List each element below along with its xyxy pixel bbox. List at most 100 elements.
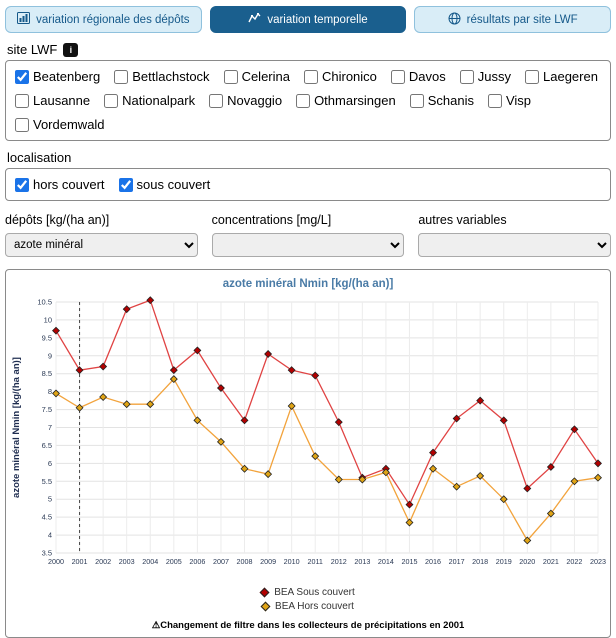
- site-item[interactable]: Beatenberg: [15, 69, 100, 84]
- svg-text:2015: 2015: [401, 557, 417, 566]
- legend-item[interactable]: BEA Hors couvert: [262, 601, 354, 612]
- site-item[interactable]: Nationalpark: [104, 93, 195, 108]
- svg-text:2019: 2019: [496, 557, 512, 566]
- site-checkbox[interactable]: [460, 70, 474, 84]
- legend-item[interactable]: BEA Sous couvert: [261, 587, 355, 598]
- chart-title: azote minéral Nmin [kg/(ha an)]: [9, 278, 607, 290]
- tab-label: variation temporelle: [267, 14, 367, 26]
- site-item[interactable]: Othmarsingen: [296, 93, 396, 108]
- site-checkbox[interactable]: [304, 70, 318, 84]
- chart-panel: azote minéral Nmin [kg/(ha an)] 3.544.55…: [5, 269, 611, 638]
- site-label: Visp: [506, 93, 531, 108]
- svg-text:8: 8: [48, 387, 52, 396]
- localisation-item[interactable]: sous couvert: [119, 177, 211, 192]
- site-item[interactable]: Vordemwald: [15, 117, 105, 132]
- svg-text:9.5: 9.5: [42, 333, 52, 342]
- svg-text:2006: 2006: [189, 557, 205, 566]
- svg-text:5.5: 5.5: [42, 477, 52, 486]
- site-checkbox[interactable]: [391, 70, 405, 84]
- site-checkbox[interactable]: [224, 70, 238, 84]
- chart-footnote: ⚠Changement de filtre dans les collecteu…: [9, 620, 607, 631]
- site-label: Schanis: [428, 93, 474, 108]
- site-checkbox[interactable]: [15, 70, 29, 84]
- svg-text:2016: 2016: [425, 557, 441, 566]
- chart-legend: BEA Sous couvert BEA Hors couvert: [9, 587, 607, 612]
- line-chart-icon: [248, 12, 261, 27]
- site-label: Beatenberg: [33, 69, 100, 84]
- localisation-checkbox[interactable]: [15, 178, 29, 192]
- localisation-item[interactable]: hors couvert: [15, 177, 105, 192]
- site-item[interactable]: Chironico: [304, 69, 377, 84]
- tab-variation-temporelle[interactable]: variation temporelle: [210, 6, 407, 33]
- site-item[interactable]: Celerina: [224, 69, 290, 84]
- site-lwf-label-row: site LWF i: [7, 42, 609, 57]
- svg-text:7.5: 7.5: [42, 405, 52, 414]
- globe-icon: [448, 12, 461, 28]
- bar-chart-icon: [17, 12, 30, 27]
- site-checkbox[interactable]: [410, 94, 424, 108]
- svg-text:azote minéral Nmin [kg/(ha an): azote minéral Nmin [kg/(ha an)]: [11, 357, 22, 498]
- site-item[interactable]: Lausanne: [15, 93, 90, 108]
- site-label: Lausanne: [33, 93, 90, 108]
- site-item[interactable]: Davos: [391, 69, 446, 84]
- site-checkbox[interactable]: [488, 94, 502, 108]
- site-item[interactable]: Novaggio: [209, 93, 282, 108]
- site-label: Chironico: [322, 69, 377, 84]
- filter-concentrations-label: concentrations [mg/L]: [212, 213, 405, 227]
- svg-text:6.5: 6.5: [42, 441, 52, 450]
- site-checkbox[interactable]: [104, 94, 118, 108]
- filter-concentrations: concentrations [mg/L]: [212, 213, 405, 257]
- svg-text:2020: 2020: [519, 557, 535, 566]
- svg-text:4: 4: [48, 531, 52, 540]
- tab-variation-regionale[interactable]: variation régionale des dépôts: [5, 6, 202, 33]
- svg-text:2012: 2012: [331, 557, 347, 566]
- depots-select[interactable]: azote minéral: [5, 233, 198, 257]
- app-page: variation régionale des dépôts variation…: [0, 0, 616, 602]
- svg-text:2010: 2010: [284, 557, 300, 566]
- concentrations-select[interactable]: [212, 233, 405, 257]
- svg-text:4.5: 4.5: [42, 513, 52, 522]
- site-label: Othmarsingen: [314, 93, 396, 108]
- top-tab-bar: variation régionale des dépôts variation…: [5, 6, 611, 33]
- svg-text:2003: 2003: [119, 557, 135, 566]
- filter-autres: autres variables: [418, 213, 611, 257]
- site-lwf-label: site LWF: [7, 42, 57, 57]
- site-checkbox[interactable]: [209, 94, 223, 108]
- site-item[interactable]: Visp: [488, 93, 531, 108]
- site-checkbox[interactable]: [525, 70, 539, 84]
- site-label: Vordemwald: [33, 117, 105, 132]
- site-checkbox[interactable]: [15, 94, 29, 108]
- filter-autres-label: autres variables: [418, 213, 611, 227]
- site-label: Nationalpark: [122, 93, 195, 108]
- localisation-label: localisation: [7, 150, 71, 165]
- localisation-checkbox[interactable]: [119, 178, 133, 192]
- filters-row: dépôts [kg/(ha an)] azote minéral concen…: [5, 213, 611, 257]
- site-item[interactable]: Bettlachstock: [114, 69, 209, 84]
- svg-text:2009: 2009: [260, 557, 276, 566]
- info-icon[interactable]: i: [63, 43, 78, 57]
- svg-text:9: 9: [48, 351, 52, 360]
- autres-variables-select[interactable]: [418, 233, 611, 257]
- localisation-label: hors couvert: [33, 177, 105, 192]
- filter-depots: dépôts [kg/(ha an)] azote minéral: [5, 213, 198, 257]
- svg-text:2022: 2022: [566, 557, 582, 566]
- site-item[interactable]: Jussy: [460, 69, 511, 84]
- svg-text:2000: 2000: [48, 557, 64, 566]
- site-item[interactable]: Laegeren: [525, 69, 598, 84]
- svg-text:2017: 2017: [449, 557, 465, 566]
- site-item[interactable]: Schanis: [410, 93, 474, 108]
- svg-text:8.5: 8.5: [42, 369, 52, 378]
- svg-text:2014: 2014: [378, 557, 394, 566]
- filter-depots-label: dépôts [kg/(ha an)]: [5, 213, 198, 227]
- site-checkbox[interactable]: [15, 118, 29, 132]
- site-checkbox[interactable]: [114, 70, 128, 84]
- line-chart: 3.544.555.566.577.588.599.51010.52000200…: [9, 294, 607, 578]
- svg-text:10.5: 10.5: [37, 298, 52, 307]
- tab-resultats-site-lwf[interactable]: résultats par site LWF: [414, 6, 611, 33]
- legend-label: BEA Sous couvert: [274, 587, 355, 598]
- site-checkbox[interactable]: [296, 94, 310, 108]
- svg-text:2007: 2007: [213, 557, 229, 566]
- tab-label: résultats par site LWF: [467, 14, 578, 26]
- site-label: Jussy: [478, 69, 511, 84]
- site-label: Celerina: [242, 69, 290, 84]
